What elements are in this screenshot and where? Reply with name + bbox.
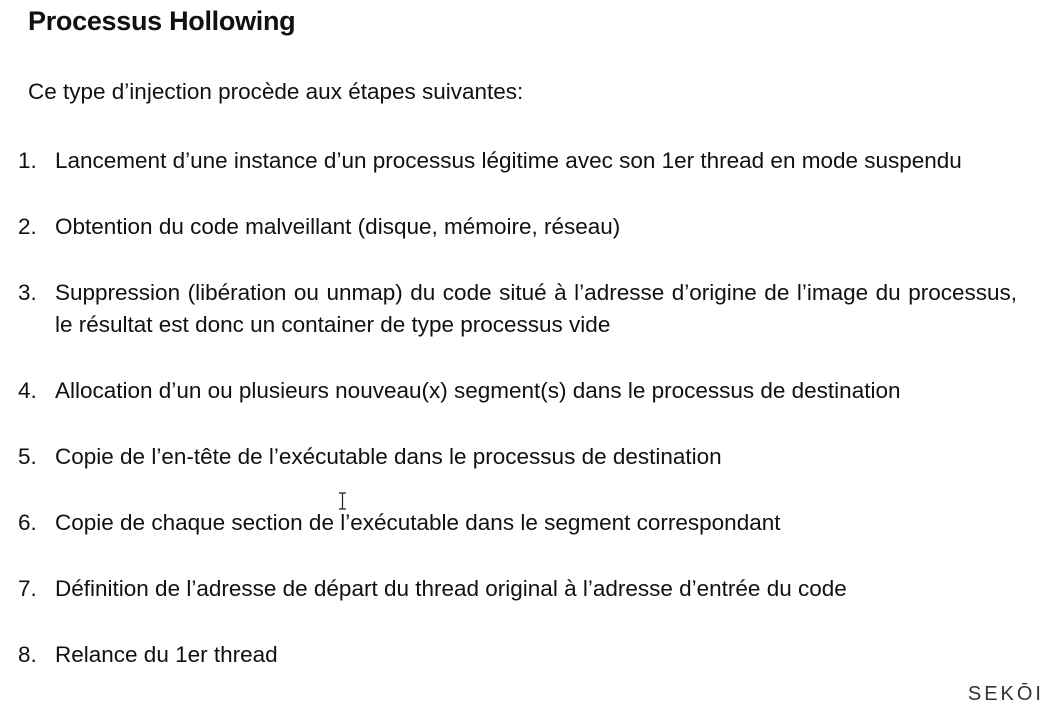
- slide: Processus Hollowing Ce type d’injection …: [0, 0, 1048, 708]
- step-item: 8. Relance du 1er thread: [18, 639, 1017, 671]
- step-text: Allocation d’un ou plusieurs nouveau(x) …: [55, 378, 901, 403]
- step-item: 2. Obtention du code malveillant (disque…: [18, 211, 1017, 243]
- slide-title: Processus Hollowing: [28, 6, 296, 36]
- step-text: Lancement d’une instance d’un processus …: [55, 148, 962, 173]
- text-cursor-icon: [339, 492, 346, 510]
- step-text: Suppression (libération ou unmap) du cod…: [55, 280, 1017, 337]
- step-item: 6. Copie de chaque section de l’exécutab…: [18, 507, 1017, 539]
- step-item: 3. Suppression (libération ou unmap) du …: [18, 277, 1017, 341]
- step-number: 7.: [18, 576, 37, 601]
- step-text: Relance du 1er thread: [55, 642, 278, 667]
- step-item: 7. Définition de l’adresse de départ du …: [18, 573, 1017, 605]
- step-text: Définition de l’adresse de départ du thr…: [55, 576, 847, 601]
- step-item: 5. Copie de l’en-tête de l’exécutable da…: [18, 441, 1017, 473]
- step-number: 1.: [18, 148, 37, 173]
- step-number: 3.: [18, 280, 37, 305]
- steps-list: 1. Lancement d’une instance d’un process…: [18, 145, 1017, 671]
- step-text: Copie de l’en-tête de l’exécutable dans …: [55, 444, 722, 469]
- step-number: 4.: [18, 378, 37, 403]
- step-number: 5.: [18, 444, 37, 469]
- intro-text: Ce type d’injection procède aux étapes s…: [28, 79, 524, 104]
- step-text: Obtention du code malveillant (disque, m…: [55, 214, 621, 239]
- step-item: 1. Lancement d’une instance d’un process…: [18, 145, 1017, 177]
- step-number: 2.: [18, 214, 37, 239]
- step-number: 6.: [18, 510, 37, 535]
- step-item: 4. Allocation d’un ou plusieurs nouveau(…: [18, 375, 1017, 407]
- brand-logo: SEKŌI: [967, 683, 1044, 705]
- step-text: Copie de chaque section de l’exécutable …: [55, 510, 781, 535]
- step-number: 8.: [18, 642, 37, 667]
